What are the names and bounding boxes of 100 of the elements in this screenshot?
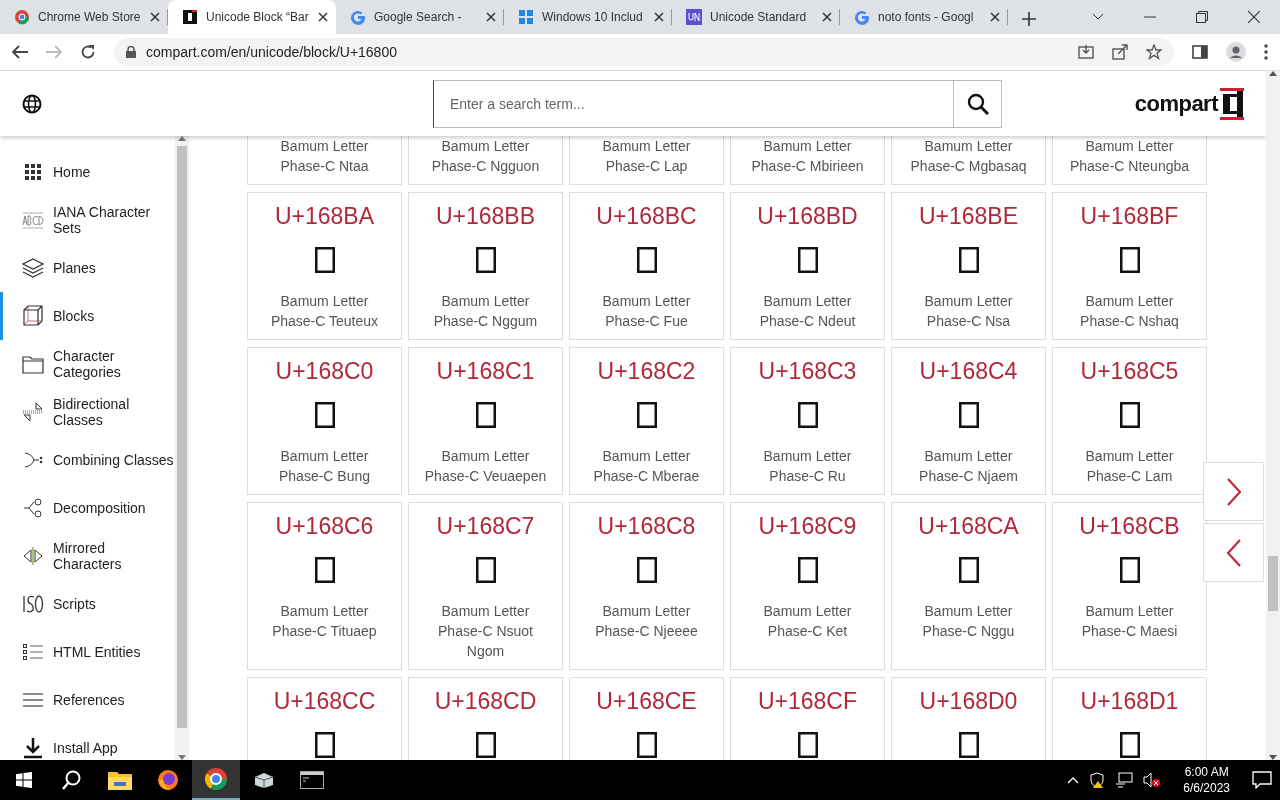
sidebar-item[interactable]: Scripts: [0, 580, 175, 628]
scrollbar-thumb[interactable]: [177, 146, 187, 728]
character-card[interactable]: U+168BF Bamum Letter Phase-C Nshaq: [1052, 192, 1207, 340]
sidebar-item[interactable]: Planes: [0, 244, 175, 292]
next-button[interactable]: [1203, 462, 1264, 521]
back-icon[interactable]: [12, 45, 28, 59]
grid-icon: [22, 161, 44, 183]
network-icon[interactable]: [1115, 772, 1134, 788]
close-icon[interactable]: [1248, 11, 1260, 23]
taskbar-app[interactable]: [192, 760, 240, 800]
previous-button[interactable]: [1203, 523, 1264, 582]
close-icon[interactable]: [486, 12, 496, 22]
star-icon[interactable]: [1146, 44, 1162, 60]
chevron-up-icon[interactable]: [1067, 776, 1080, 784]
sidebar-item[interactable]: Character Categories: [0, 340, 175, 388]
sidebar-item[interactable]: Combining Classes: [0, 436, 175, 484]
browser-tab[interactable]: Unicode Block “Bar: [168, 0, 336, 34]
layers-icon: [22, 257, 44, 279]
profile-icon[interactable]: [1226, 42, 1246, 62]
address-bar[interactable]: compart.com/en/unicode/block/U+16800: [114, 38, 1174, 66]
character-card[interactable]: Bamum Letter Phase-C Nteungba: [1052, 136, 1207, 185]
missing-glyph-icon: [314, 557, 335, 583]
close-icon[interactable]: [318, 12, 328, 22]
browser-tab[interactable]: Unicode Standard: [672, 0, 840, 34]
code-point: U+168C1: [436, 357, 535, 386]
chevron-down-icon[interactable]: [1092, 13, 1104, 21]
close-icon[interactable]: [990, 12, 1000, 22]
sidebar-item[interactable]: Decomposition: [0, 484, 175, 532]
character-card[interactable]: U+168BA Bamum Letter Phase-C Teuteux: [247, 192, 402, 340]
shield-icon[interactable]: [1089, 772, 1106, 788]
missing-glyph-icon: [1119, 247, 1140, 273]
sidebar-scrollbar[interactable]: [175, 136, 189, 760]
character-card[interactable]: U+168CA Bamum Letter Phase-C Nggu: [891, 502, 1046, 670]
volume-muted-icon[interactable]: [1143, 772, 1162, 788]
sidebar-item[interactable]: References: [0, 676, 175, 724]
character-card[interactable]: U+168BC Bamum Letter Phase-C Fue: [569, 192, 724, 340]
sidebar-item[interactable]: Home: [0, 148, 175, 196]
chevron-left-icon: [1226, 538, 1241, 567]
character-card[interactable]: U+168C7 Bamum Letter Phase-C Nsuot Ngom: [408, 502, 563, 670]
character-name: Bamum Letter Phase-C Tituaep: [271, 602, 378, 641]
clock[interactable]: 6:00 AM 6/6/2023: [1171, 764, 1242, 796]
notification-icon[interactable]: [1252, 771, 1272, 789]
character-card[interactable]: U+168C5 Bamum Letter Phase-C Lam: [1052, 347, 1207, 495]
character-card[interactable]: Bamum Letter Phase-C Mgbasaq: [891, 136, 1046, 185]
character-name: Bamum Letter Phase-C Veuaepen: [423, 447, 548, 486]
character-card[interactable]: U+168C1 Bamum Letter Phase-C Veuaepen: [408, 347, 563, 495]
globe-icon[interactable]: [22, 93, 42, 114]
character-name: Bamum Letter Phase-C Lam: [1084, 447, 1175, 486]
list-icon: [22, 641, 44, 663]
character-card[interactable]: U+168C4 Bamum Letter Phase-C Njaem: [891, 347, 1046, 495]
compart-logo[interactable]: compart: [1134, 87, 1246, 120]
close-icon[interactable]: [654, 12, 664, 22]
scrollbar-thumb[interactable]: [1268, 556, 1278, 611]
sidebar-item[interactable]: Install App: [0, 724, 175, 760]
sidebar-item[interactable]: Bidirectional Classes: [0, 388, 175, 436]
page-scrollbar[interactable]: [1266, 71, 1280, 760]
character-card[interactable]: U+168CB Bamum Letter Phase-C Maesi: [1052, 502, 1207, 670]
reload-icon[interactable]: [80, 44, 96, 60]
code-point: U+168CB: [1079, 512, 1180, 541]
download-icon: [22, 737, 44, 759]
terminal-icon: [300, 771, 324, 789]
logo-mark-icon: [1220, 87, 1246, 120]
character-card[interactable]: Bamum Letter Phase-C Mbirieen: [730, 136, 885, 185]
character-card[interactable]: U+168C0 Bamum Letter Phase-C Bung: [247, 347, 402, 495]
browser-tab[interactable]: Chrome Web Store: [0, 0, 168, 34]
search-button[interactable]: [954, 79, 1002, 128]
missing-glyph-icon: [475, 402, 496, 428]
close-icon[interactable]: [822, 12, 832, 22]
sidebar-item[interactable]: Mirrored Characters: [0, 532, 175, 580]
character-name: Bamum Letter Phase-C Ket: [762, 602, 853, 641]
code-point: U+168C8: [597, 512, 696, 541]
glyph-strip-icon: [22, 209, 44, 231]
character-card[interactable]: Bamum Letter Phase-C Ngguon: [408, 136, 563, 185]
browser-tab[interactable]: Google Search -: [336, 0, 504, 34]
character-name: Bamum Letter Phase-C Mgbasaq: [909, 137, 1028, 176]
new-tab-icon[interactable]: [1022, 12, 1036, 26]
character-card[interactable]: Bamum Letter Phase-C Ntaa: [247, 136, 402, 185]
sidebar-item[interactable]: IANA Character Sets: [0, 196, 175, 244]
missing-glyph-icon: [958, 557, 979, 583]
character-card[interactable]: U+168C2 Bamum Letter Phase-C Mberae: [569, 347, 724, 495]
share-icon[interactable]: [1112, 44, 1128, 60]
browser-tab[interactable]: Windows 10 Includ: [504, 0, 672, 34]
chevron-right-icon: [1226, 477, 1241, 506]
character-card[interactable]: U+168C3 Bamum Letter Phase-C Ru: [730, 347, 885, 495]
sidebar-item[interactable]: HTML Entities: [0, 628, 175, 676]
more-icon[interactable]: [1264, 44, 1268, 60]
character-card[interactable]: U+168BB Bamum Letter Phase-C Nggum: [408, 192, 563, 340]
character-card[interactable]: U+168C9 Bamum Letter Phase-C Ket: [730, 502, 885, 670]
character-card[interactable]: U+168BD Bamum Letter Phase-C Ndeut: [730, 192, 885, 340]
code-point: U+168CA: [918, 512, 1019, 541]
search-field[interactable]: Enter a search term...: [433, 79, 954, 128]
install-icon[interactable]: [1078, 44, 1094, 60]
character-card[interactable]: U+168C8 Bamum Letter Phase-C Njeeee: [569, 502, 724, 670]
character-card[interactable]: U+168C6 Bamum Letter Phase-C Tituaep: [247, 502, 402, 670]
character-card[interactable]: U+168BE Bamum Letter Phase-C Nsa: [891, 192, 1046, 340]
side-panel-icon[interactable]: [1192, 45, 1208, 59]
browser-tab[interactable]: noto fonts - Googl: [840, 0, 1008, 34]
character-card[interactable]: Bamum Letter Phase-C Lap: [569, 136, 724, 185]
close-icon[interactable]: [150, 12, 160, 22]
restore-icon[interactable]: [1196, 11, 1208, 23]
